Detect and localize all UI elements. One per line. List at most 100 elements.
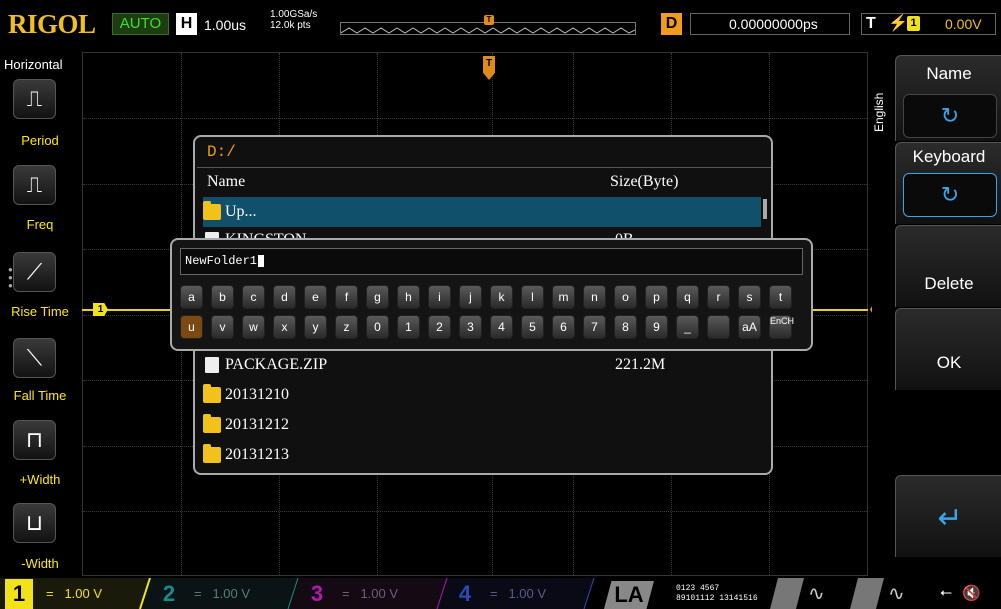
key-z[interactable]: z — [335, 315, 358, 339]
menu-item-ok[interactable]: OK — [895, 308, 1001, 390]
trigger-source-channel: 1 — [907, 16, 920, 31]
trigger-level-value: 0.00V — [945, 16, 982, 32]
trigger-position-indicator: T — [484, 15, 494, 25]
ch3-info[interactable]: = 1.00 V — [342, 583, 398, 605]
measure-category-title: Horizontal — [4, 57, 63, 72]
ch3-badge[interactable]: 3 — [303, 579, 331, 609]
key-n[interactable]: n — [583, 285, 606, 309]
folder-name: 20131210 — [225, 386, 289, 403]
brand-logo: RIGOL — [8, 9, 96, 39]
delay-badge: D — [661, 13, 682, 35]
key-0[interactable]: 0 — [366, 315, 389, 339]
logic-channel-groups: 0123 4567 89101112 13141516 — [676, 584, 758, 604]
column-header-size: Size(Byte) — [610, 173, 679, 190]
file-row-up[interactable]: Up... — [203, 197, 761, 227]
frequency-icon[interactable]: ⎍ — [13, 165, 56, 205]
menu-item-keyboard[interactable]: Keyboard ↻ — [895, 142, 1001, 224]
folder-row[interactable]: 20131212 — [203, 410, 761, 440]
key-i[interactable]: i — [428, 285, 451, 309]
key-u[interactable]: u — [180, 315, 203, 339]
key-9[interactable]: 9 — [645, 315, 668, 339]
scrollbar[interactable] — [763, 199, 767, 219]
period-icon[interactable]: ⎍ — [13, 79, 56, 119]
key-v[interactable]: v — [211, 315, 234, 339]
key-j[interactable]: j — [459, 285, 482, 309]
horizontal-badge: H — [176, 13, 197, 35]
key-4[interactable]: 4 — [490, 315, 513, 339]
filename-input[interactable]: NewFolder1 — [180, 248, 803, 275]
fall-time-icon[interactable]: ⟍ — [13, 338, 56, 378]
file-icon — [205, 357, 219, 374]
folder-up-icon — [203, 201, 221, 221]
key-d[interactable]: d — [273, 285, 296, 309]
text-cursor — [258, 254, 265, 267]
folder-name: 20131212 — [225, 416, 289, 433]
key-k[interactable]: k — [490, 285, 513, 309]
key-c[interactable]: c — [242, 285, 265, 309]
measure-label: Fall Time — [13, 388, 67, 403]
negative-width-icon[interactable]: ⊔ — [13, 503, 56, 543]
key-g[interactable]: g — [366, 285, 389, 309]
language-tab[interactable]: English — [872, 72, 894, 152]
rise-time-icon[interactable]: ⟋ — [13, 252, 56, 292]
file-row[interactable]: PACKAGE.ZIP 221.2M — [203, 350, 761, 380]
onscreen-keyboard: NewFolder1 abcdefghijklmnopqrst uvwxyz012… — [170, 238, 813, 351]
ch4-badge[interactable]: 4 — [451, 579, 479, 609]
menu-item-enter[interactable]: ↵ — [895, 475, 1001, 557]
key-ench[interactable]: EnCH — [769, 315, 794, 339]
menu-item-name[interactable]: Name ↻ — [895, 55, 1001, 141]
key-o[interactable]: o — [614, 285, 637, 309]
key-2[interactable]: 2 — [428, 315, 451, 339]
measure-label: Freq — [26, 217, 54, 232]
run-mode-indicator[interactable]: AUTO — [112, 13, 169, 35]
ch2-info[interactable]: = 1.00 V — [194, 583, 250, 605]
logic-analyzer-badge[interactable]: LA — [604, 581, 654, 609]
measure-label: Rise Time — [11, 304, 69, 319]
key-s[interactable]: s — [738, 285, 761, 309]
key-q[interactable]: q — [676, 285, 699, 309]
key-h[interactable]: h — [397, 285, 420, 309]
folder-row[interactable]: 20131210 — [203, 380, 761, 410]
current-path: D:/ — [207, 143, 236, 161]
key-aa[interactable]: aA — [738, 315, 761, 339]
delay-value[interactable]: 0.00000000ps — [690, 13, 850, 35]
key-p[interactable]: p — [645, 285, 668, 309]
ch2-badge[interactable]: 2 — [155, 579, 183, 609]
key-b[interactable]: b — [211, 285, 234, 309]
key-space[interactable] — [707, 315, 730, 339]
folder-row[interactable]: 20131213 — [203, 440, 761, 470]
logic-group-low: 0123 4567 — [676, 584, 720, 593]
source-wave-icon[interactable]: ∿ — [888, 581, 905, 606]
menu-item-label: Delete — [924, 274, 974, 293]
key-w[interactable]: w — [242, 315, 265, 339]
positive-width-icon[interactable]: ⊓ — [13, 420, 56, 460]
key-x[interactable]: x — [273, 315, 296, 339]
ch1-badge[interactable]: 1 — [5, 579, 33, 609]
key-a[interactable]: a — [180, 285, 203, 309]
key-1[interactable]: 1 — [397, 315, 420, 339]
ch4-info[interactable]: = 1.00 V — [490, 583, 546, 605]
key-y[interactable]: y — [304, 315, 327, 339]
key-3[interactable]: 3 — [459, 315, 482, 339]
key-r[interactable]: r — [707, 285, 730, 309]
source-wave-icon[interactable]: ∿ — [808, 581, 825, 606]
ch1-info[interactable]: = 1.00 V — [46, 583, 102, 605]
key-5[interactable]: 5 — [521, 315, 544, 339]
key-_[interactable]: _ — [676, 315, 699, 339]
key-f[interactable]: f — [335, 285, 358, 309]
enter-icon: ↵ — [937, 502, 963, 535]
key-6[interactable]: 6 — [552, 315, 575, 339]
key-l[interactable]: l — [521, 285, 544, 309]
speaker-icon[interactable]: 🔇 — [962, 584, 981, 602]
measure-label: -Width — [21, 556, 59, 571]
key-m[interactable]: m — [552, 285, 575, 309]
folder-icon — [203, 414, 221, 434]
key-e[interactable]: e — [304, 285, 327, 309]
key-t[interactable]: t — [769, 285, 792, 309]
sample-rate: 1.00GSa/s — [270, 9, 318, 20]
key-8[interactable]: 8 — [614, 315, 637, 339]
key-7[interactable]: 7 — [583, 315, 606, 339]
filename-input-value: NewFolder1 — [185, 254, 258, 268]
menu-item-delete[interactable]: Delete — [895, 225, 1001, 307]
timebase-value[interactable]: 1.00us — [204, 17, 246, 33]
